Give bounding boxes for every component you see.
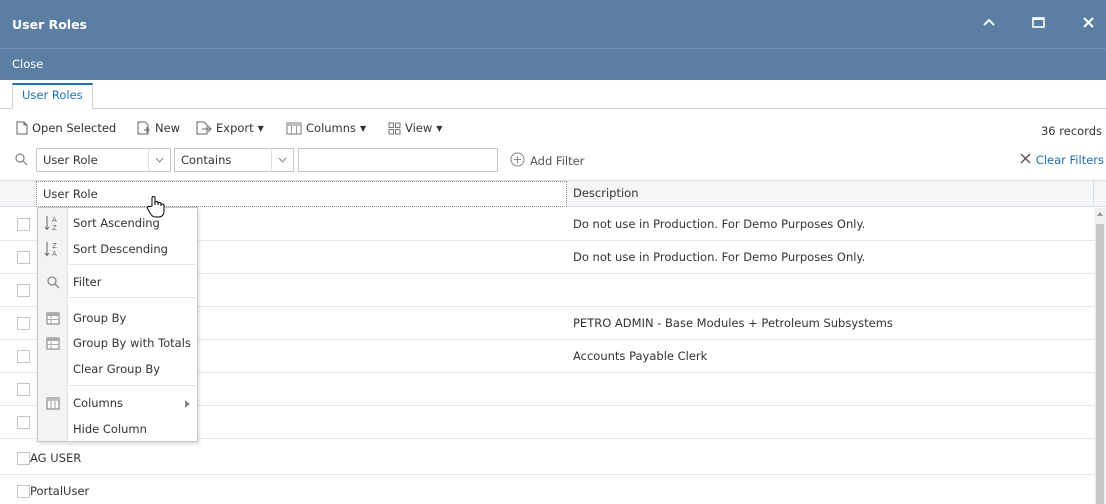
add-filter-label: Add Filter — [530, 154, 585, 168]
submenu-arrow-icon — [185, 400, 190, 408]
add-filter-button[interactable]: Add Filter — [510, 152, 584, 170]
filter-field-value: User Role — [43, 153, 98, 167]
sort-ascending-icon: AZ — [44, 215, 62, 231]
tab-strip: User Roles — [0, 80, 1106, 109]
svg-text:Z: Z — [52, 224, 57, 231]
column-header-menu: AZ Sort Ascending ZA Sort Descending Fil… — [37, 207, 198, 442]
menu-item-label: Hide Column — [73, 422, 147, 436]
svg-text:A: A — [52, 216, 57, 224]
svg-text:Z: Z — [52, 242, 57, 250]
filter-field-select[interactable]: User Role — [36, 148, 171, 172]
new-document-icon — [137, 121, 151, 135]
menu-item-label: Group By — [73, 311, 127, 325]
menu-item-label: Group By with Totals — [73, 336, 191, 350]
row-checkbox[interactable] — [17, 485, 30, 498]
row-checkbox[interactable] — [17, 350, 30, 363]
record-count: 36 records — [1040, 124, 1102, 138]
group-by-totals-icon — [44, 335, 62, 351]
row-checkbox[interactable] — [17, 416, 30, 429]
menu-item-label: Clear Group By — [73, 362, 161, 376]
column-header-description[interactable]: Description — [567, 181, 1094, 207]
search-icon — [44, 274, 62, 290]
open-selected-button[interactable]: Open Selected — [16, 121, 116, 135]
chevron-down-icon[interactable] — [271, 149, 293, 171]
columns-icon — [286, 122, 302, 135]
filter-bar: User Role Contains Add Filter Clear Filt… — [0, 147, 1106, 175]
columns-button[interactable]: Columns ▼ — [286, 121, 366, 135]
menu-separator — [69, 264, 198, 265]
menu-item-sort-ascending[interactable]: AZ Sort Ascending — [38, 212, 198, 234]
tab-user-roles[interactable]: User Roles — [12, 83, 93, 109]
menu-item-columns[interactable]: Columns — [38, 392, 198, 414]
cell-description: Do not use in Production. For Demo Purpo… — [573, 250, 866, 264]
open-selected-label: Open Selected — [32, 121, 117, 135]
close-button[interactable]: Close — [12, 57, 43, 71]
columns-label: Columns — [306, 121, 357, 135]
menu-item-group-by-totals[interactable]: Group By with Totals — [38, 332, 198, 354]
menu-item-label: Sort Descending — [73, 242, 168, 256]
close-icon[interactable] — [1076, 10, 1100, 34]
menu-separator — [69, 297, 198, 298]
scroll-up-icon[interactable] — [1097, 212, 1103, 216]
columns-icon — [44, 395, 62, 411]
scrollbar-thumb[interactable] — [1096, 224, 1104, 504]
table-row[interactable]: PortalUser — [0, 475, 1094, 504]
new-button[interactable]: New — [137, 121, 180, 135]
cell-description: Do not use in Production. For Demo Purpo… — [573, 217, 866, 231]
menu-item-label: Filter — [73, 275, 102, 289]
menu-item-hide-column[interactable]: Hide Column — [38, 418, 198, 440]
export-button[interactable]: Export ▼ — [196, 121, 264, 135]
group-by-icon — [44, 310, 62, 326]
grid-view-icon — [388, 122, 401, 135]
filter-operator-value: Contains — [181, 153, 232, 167]
menu-item-sort-descending[interactable]: ZA Sort Descending — [38, 238, 198, 260]
document-icon — [16, 121, 28, 135]
row-checkbox[interactable] — [17, 317, 30, 330]
chevron-down-icon[interactable] — [148, 149, 170, 171]
menu-item-label: Columns — [73, 396, 124, 410]
filter-value-input[interactable] — [298, 148, 498, 172]
vertical-scrollbar[interactable] — [1094, 208, 1106, 504]
view-label: View — [405, 121, 433, 135]
clear-filters-button[interactable]: Clear Filters — [1020, 153, 1104, 167]
cell-description: Accounts Payable Clerk — [573, 349, 708, 363]
export-icon — [196, 121, 212, 135]
caret-down-icon: ▼ — [436, 123, 443, 133]
menu-item-filter[interactable]: Filter — [38, 271, 198, 293]
new-label: New — [155, 121, 181, 135]
caret-down-icon: ▼ — [257, 123, 264, 133]
row-checkbox[interactable] — [17, 383, 30, 396]
hand-pointer-icon — [146, 195, 166, 222]
row-checkbox[interactable] — [17, 218, 30, 231]
column-header-user-role[interactable]: User Role — [36, 181, 567, 207]
window-titlebar: User Roles — [0, 0, 1106, 48]
action-bar: Close — [0, 48, 1106, 80]
search-icon — [15, 153, 28, 169]
minimize-icon[interactable] — [977, 10, 1001, 34]
cell-user-role: AG USER — [30, 451, 82, 465]
window-title: User Roles — [12, 17, 87, 32]
grid-toolbar: Open Selected New Export ▼ Columns ▼ Vie… — [0, 116, 1106, 144]
svg-text:A: A — [52, 250, 57, 257]
menu-item-clear-group-by[interactable]: Clear Group By — [38, 358, 198, 380]
cell-user-role: PortalUser — [30, 484, 90, 498]
sort-descending-icon: ZA — [44, 241, 62, 257]
clear-filters-label: Clear Filters — [1035, 153, 1104, 167]
filter-operator-select[interactable]: Contains — [174, 148, 294, 172]
row-checkbox[interactable] — [17, 452, 30, 465]
export-label: Export — [216, 121, 254, 135]
close-icon — [1020, 153, 1031, 167]
caret-down-icon: ▼ — [360, 123, 367, 133]
row-checkbox[interactable] — [17, 251, 30, 264]
add-circle-icon — [510, 152, 525, 170]
menu-item-group-by[interactable]: Group By — [38, 307, 198, 329]
menu-separator — [69, 385, 198, 386]
maximize-icon[interactable] — [1026, 10, 1050, 34]
table-row[interactable]: AG USER — [0, 442, 1094, 475]
view-button[interactable]: View ▼ — [388, 121, 442, 135]
row-checkbox[interactable] — [17, 284, 30, 297]
cell-description: PETRO ADMIN - Base Modules + Petroleum S… — [573, 316, 893, 330]
